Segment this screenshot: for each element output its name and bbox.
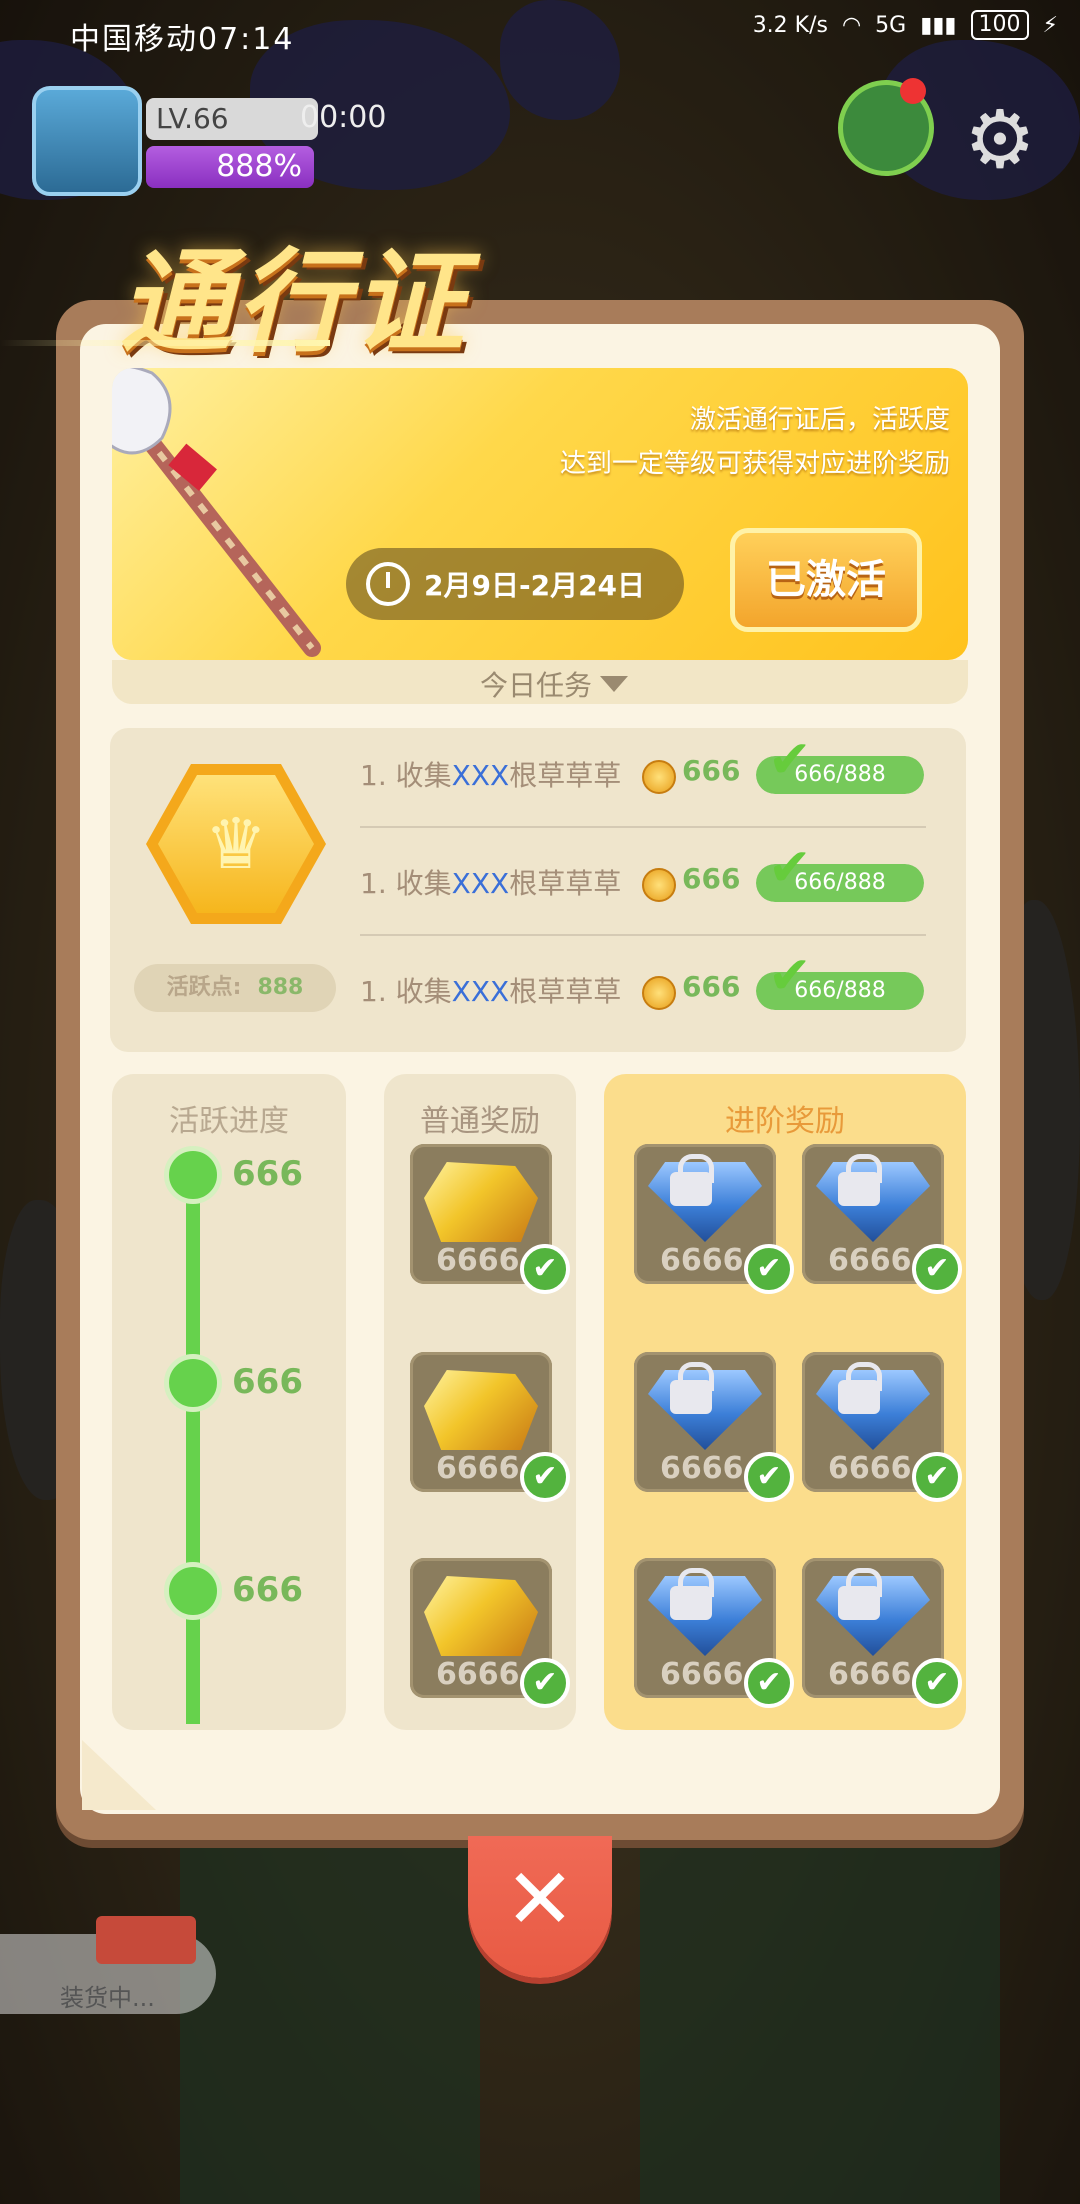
lock-icon [838, 1154, 882, 1206]
milestone-node [164, 1562, 222, 1620]
reward-tile-advanced[interactable]: 6666 ✔ [802, 1144, 962, 1294]
milestone-node [164, 1354, 222, 1412]
activity-label: 活跃点: [166, 975, 242, 1000]
progress-percent: 888% [146, 146, 314, 188]
wifi-icon: ◠ [841, 12, 862, 38]
close-icon: ✕ [504, 1850, 576, 1948]
today-tasks-label: 今日任务 [480, 669, 593, 702]
coin-icon [642, 760, 676, 794]
task-text: 1. 收集XXX根草草草 [360, 759, 622, 792]
reward-tile-advanced[interactable]: 6666 ✔ [634, 1144, 794, 1294]
task-row: 1. 收集XXX根草草草 666 666/888 ✔ [360, 730, 930, 810]
reward-tile-advanced[interactable]: 6666 ✔ [802, 1558, 962, 1708]
gold-ore-icon [424, 1576, 538, 1656]
task-divider [360, 934, 926, 936]
reward-amount: 6666 [436, 1451, 520, 1486]
check-icon: ✔ [520, 1244, 570, 1294]
milestone-value: 666 [232, 1154, 303, 1194]
activity-progress-column [112, 1074, 346, 1730]
check-icon: ✔ [744, 1244, 794, 1294]
banner-desc-line2: 达到一定等级可获得对应进阶奖励 [559, 449, 950, 479]
normal-rewards-title: 普通奖励 [420, 1104, 540, 1139]
check-icon: ✔ [768, 838, 812, 898]
triangle-down-icon [600, 676, 629, 692]
date-range-pill: 2月9日-2月24日 [346, 548, 684, 620]
milestone-value: 666 [232, 1570, 303, 1610]
task-text: 1. 收集XXX根草草草 [360, 867, 622, 900]
lock-icon [838, 1568, 882, 1620]
banner-desc-line1: 激活通行证后，活跃度 [689, 405, 950, 435]
check-icon: ✔ [912, 1658, 962, 1708]
advanced-rewards-title: 进阶奖励 [725, 1104, 845, 1139]
carrier-time: 中国移动07:14 [70, 22, 295, 57]
coin-icon [642, 976, 676, 1010]
mine-avatar[interactable] [32, 86, 142, 196]
task-reward: 666 [682, 754, 741, 787]
check-icon: ✔ [744, 1658, 794, 1708]
network-type: 5G [875, 12, 907, 38]
battery-icon: 100 [970, 10, 1029, 40]
reward-tile-normal[interactable]: 6666 ✔ [410, 1144, 570, 1294]
activity-value: 888 [257, 975, 304, 1000]
check-icon: ✔ [520, 1452, 570, 1502]
activated-button[interactable]: 已激活 [730, 528, 922, 632]
check-icon: ✔ [744, 1452, 794, 1502]
status-bar: 中国移动07:14 3.2 K/s ◠ 5G ▮▮▮ 100 ⚡ [0, 0, 1080, 66]
lock-icon [838, 1362, 882, 1414]
milestone-node [164, 1146, 222, 1204]
reward-amount: 6666 [660, 1657, 744, 1692]
gold-ore-icon [424, 1370, 538, 1450]
reward-amount: 6666 [660, 1243, 744, 1278]
title-streak [0, 340, 330, 346]
reward-amount: 6666 [436, 1243, 520, 1278]
level-label: LV.66 [146, 98, 318, 140]
progress-title: 活跃进度 [169, 1104, 289, 1139]
banner-description: 激活通行证后，活跃度 达到一定等级可获得对应进阶奖励 [560, 398, 950, 486]
timer-label: 00:00 [300, 100, 387, 135]
reward-tile-normal[interactable]: 6666 ✔ [410, 1352, 570, 1502]
lock-icon [670, 1362, 714, 1414]
pass-title: 通行证 [120, 238, 468, 368]
train-icon [96, 1916, 196, 1964]
check-icon: ✔ [912, 1244, 962, 1294]
activity-points: 活跃点: 888 [134, 964, 336, 1012]
reward-amount: 6666 [828, 1243, 912, 1278]
reward-amount: 6666 [828, 1657, 912, 1692]
reward-amount: 6666 [828, 1451, 912, 1486]
reward-tile-normal[interactable]: 6666 ✔ [410, 1558, 570, 1708]
task-row: 1. 收集XXX根草草草 666 666/888 ✔ [360, 946, 930, 1026]
reward-tile-advanced[interactable]: 6666 ✔ [634, 1558, 794, 1708]
reward-tile-advanced[interactable]: 6666 ✔ [802, 1352, 962, 1502]
shovel-icon [112, 368, 321, 657]
check-icon: ✔ [768, 946, 812, 1006]
check-icon: ✔ [520, 1658, 570, 1708]
check-icon: ✔ [912, 1452, 962, 1502]
task-text: 1. 收集XXX根草草草 [360, 975, 622, 1008]
reward-amount: 6666 [436, 1657, 520, 1692]
lock-icon [670, 1154, 714, 1206]
progress-track [186, 1172, 200, 1724]
coin-icon [642, 868, 676, 902]
milestone-value: 666 [232, 1362, 303, 1402]
today-tasks-toggle[interactable]: 今日任务 [480, 664, 629, 704]
gear-icon[interactable]: ⚙ [950, 90, 1050, 190]
signal-icon: ▮▮▮ [920, 12, 957, 38]
network-speed: 3.2 K/s [752, 12, 828, 38]
gold-ore-icon [424, 1162, 538, 1242]
check-icon: ✔ [768, 730, 812, 790]
lock-icon [670, 1568, 714, 1620]
notification-dot [900, 78, 926, 104]
task-reward: 666 [682, 862, 741, 895]
clock-icon [366, 562, 410, 606]
reward-tile-advanced[interactable]: 6666 ✔ [634, 1352, 794, 1502]
close-button[interactable]: ✕ [468, 1836, 612, 1978]
date-range: 2月9日-2月24日 [424, 569, 646, 602]
charging-icon: ⚡ [1042, 12, 1058, 38]
loading-label: 装货中... [60, 1984, 155, 2012]
task-reward: 666 [682, 970, 741, 1003]
task-divider [360, 826, 926, 828]
reward-amount: 6666 [660, 1451, 744, 1486]
task-row: 1. 收集XXX根草草草 666 666/888 ✔ [360, 838, 930, 918]
